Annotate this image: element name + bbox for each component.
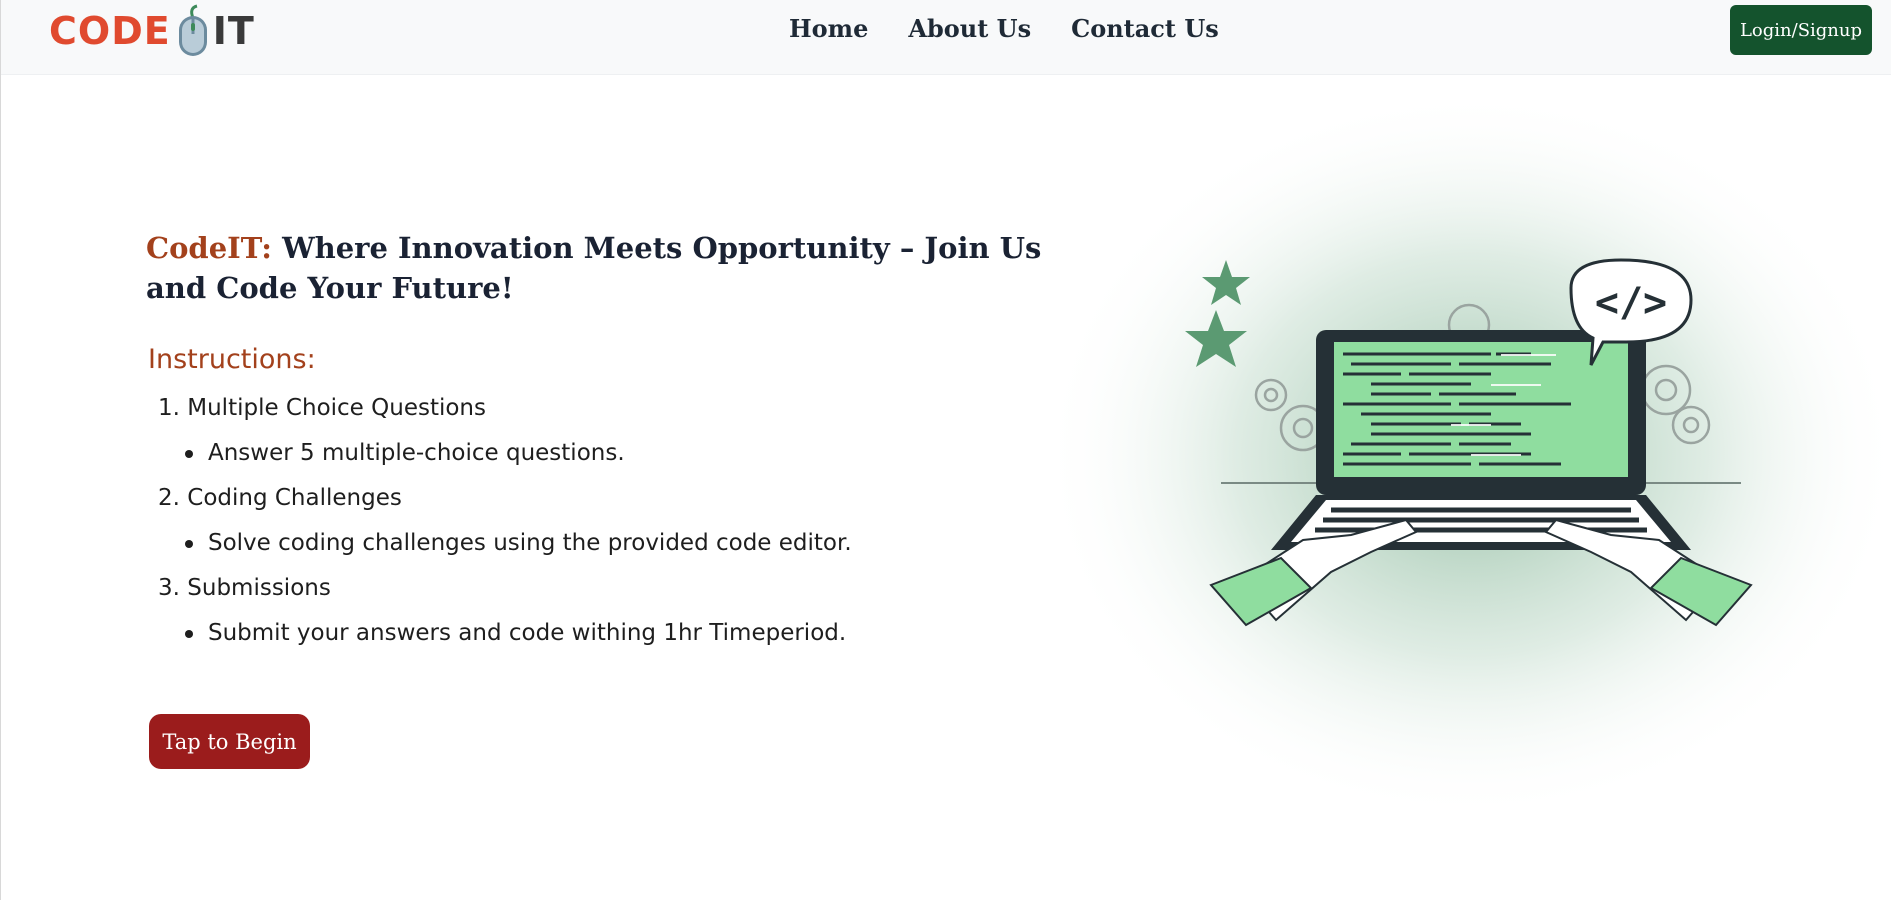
step-number: 1.: [158, 395, 180, 421]
step-number: 3.: [158, 575, 180, 601]
step-number: 2.: [158, 485, 180, 511]
step-title: Coding Challenges: [187, 485, 402, 511]
logo-text-it: IT: [212, 9, 255, 53]
instruction-detail: Submit your answers and code withing 1hr…: [146, 618, 946, 663]
instruction-step: 3. Submissions: [146, 573, 946, 618]
hero-title-brand: CodeIT:: [146, 231, 272, 265]
tap-to-begin-button[interactable]: Tap to Begin: [149, 714, 310, 769]
nav-home-link[interactable]: Home: [789, 12, 868, 46]
bubble-text: </>: [1595, 280, 1667, 326]
instructions-list: 1. Multiple Choice Questions Answer 5 mu…: [146, 393, 946, 663]
laptop-screen: [1334, 342, 1628, 477]
step-title: Submissions: [187, 575, 331, 601]
step-detail: Solve coding challenges using the provid…: [208, 530, 852, 556]
bullet-icon: [185, 450, 193, 458]
step-detail: Answer 5 multiple-choice questions.: [208, 440, 625, 466]
step-detail: Submit your answers and code withing 1hr…: [208, 620, 847, 646]
instructions-heading: Instructions:: [148, 344, 316, 375]
nav-about-us-link[interactable]: About Us: [908, 12, 1031, 46]
instruction-step: 2. Coding Challenges: [146, 483, 946, 528]
step-title: Multiple Choice Questions: [187, 395, 486, 421]
nav-contact-us-link[interactable]: Contact Us: [1071, 12, 1219, 46]
instruction-detail: Solve coding challenges using the provid…: [146, 528, 946, 573]
coding-laptop-illustration: </>: [1041, 90, 1891, 820]
login-signup-button[interactable]: Login/Signup: [1730, 5, 1872, 55]
logo-text-code: CODE: [49, 9, 171, 53]
bullet-icon: [185, 630, 193, 638]
hero-title-text: Where Innovation Meets Opportunity – Joi…: [146, 231, 1042, 305]
codeit-logo[interactable]: CODE IT: [49, 4, 255, 58]
computer-mouse-icon: [178, 4, 207, 56]
bullet-icon: [185, 540, 193, 548]
instruction-step: 1. Multiple Choice Questions: [146, 393, 946, 438]
navbar: CODE IT Home About Us Contact Us Login/S…: [1, 0, 1891, 75]
main-nav: Home About Us Contact Us: [789, 12, 1219, 46]
instruction-detail: Answer 5 multiple-choice questions.: [146, 438, 946, 483]
hero-title: CodeIT: Where Innovation Meets Opportuni…: [146, 228, 1046, 308]
